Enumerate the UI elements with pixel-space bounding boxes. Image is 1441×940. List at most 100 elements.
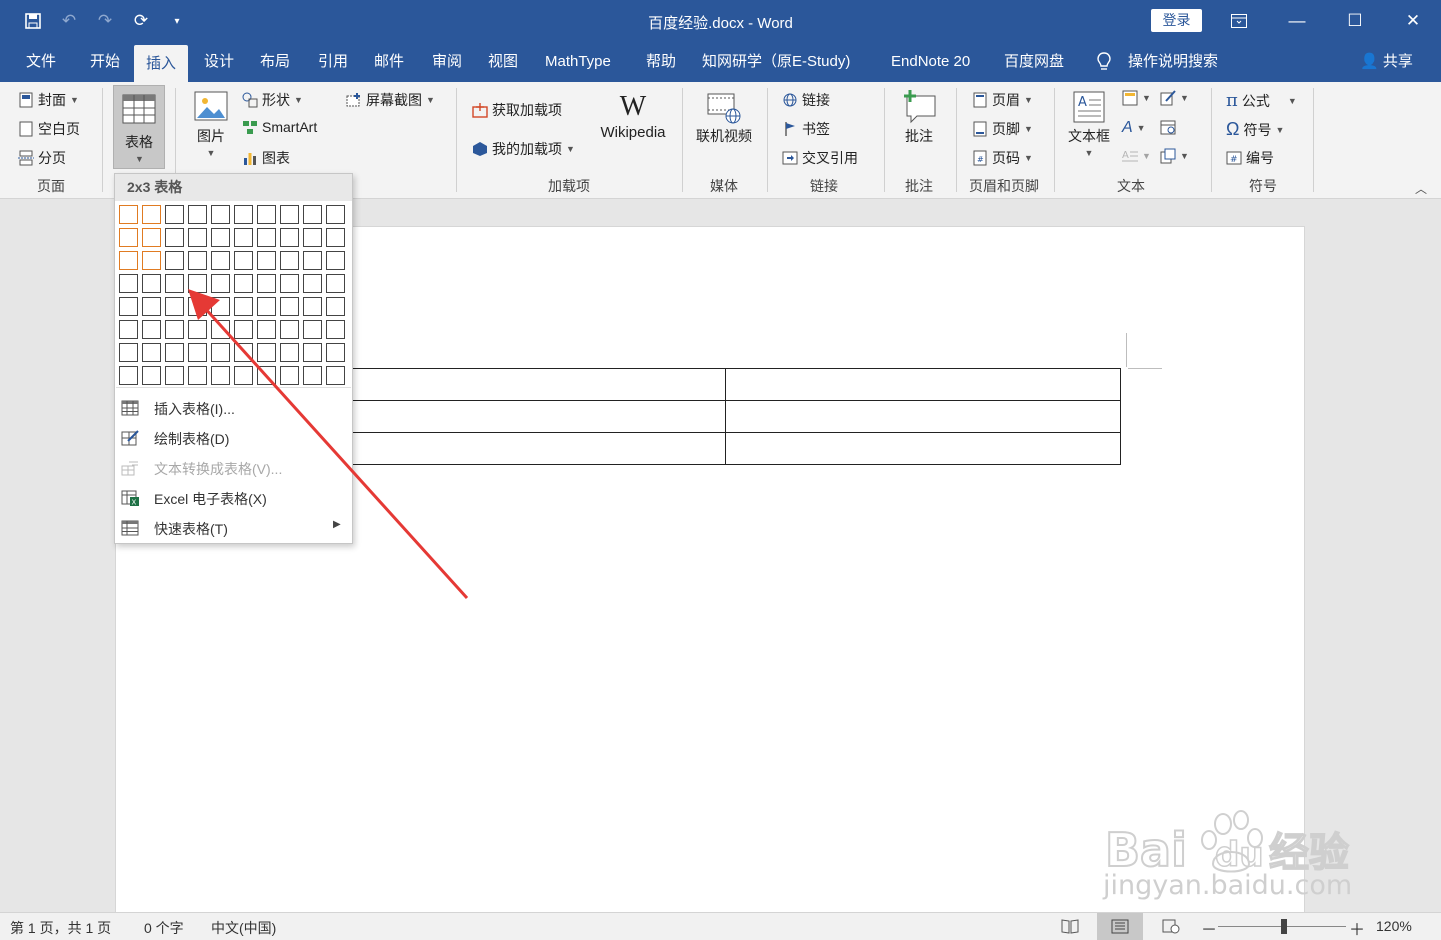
draw-table-item[interactable]: 绘制表格(D) bbox=[115, 423, 352, 453]
grid-cell[interactable] bbox=[142, 297, 161, 316]
grid-cell[interactable] bbox=[303, 228, 322, 247]
table-cell[interactable] bbox=[725, 368, 1121, 401]
grid-cell[interactable] bbox=[280, 274, 299, 293]
share-button[interactable]: 👤 共享 bbox=[1360, 42, 1413, 82]
footer-button[interactable]: 页脚 ▼ bbox=[972, 119, 1033, 139]
grid-cell[interactable] bbox=[119, 228, 138, 247]
grid-cell[interactable] bbox=[188, 366, 207, 385]
quick-tables-item[interactable]: 快速表格(T) ▶ bbox=[115, 513, 352, 543]
grid-cell[interactable] bbox=[188, 320, 207, 339]
tab-references[interactable]: 引用 bbox=[316, 42, 350, 82]
grid-cell[interactable] bbox=[257, 343, 276, 362]
grid-cell[interactable] bbox=[142, 205, 161, 224]
grid-cell[interactable] bbox=[211, 251, 230, 270]
cover-page-button[interactable]: 封面 ▼ bbox=[18, 90, 79, 110]
grid-cell[interactable] bbox=[119, 297, 138, 316]
tab-home[interactable]: 开始 bbox=[88, 42, 122, 82]
bookmark-button[interactable]: 书签 bbox=[782, 119, 830, 139]
grid-cell[interactable] bbox=[326, 297, 345, 316]
grid-cell[interactable] bbox=[303, 366, 322, 385]
grid-cell[interactable] bbox=[303, 274, 322, 293]
blank-page-button[interactable]: 空白页 bbox=[18, 119, 80, 139]
insert-table-item[interactable]: 插入表格(I)... bbox=[115, 393, 352, 423]
smartart-button[interactable]: SmartArt bbox=[242, 119, 317, 135]
equation-button[interactable]: π 公式 ▼ bbox=[1226, 90, 1297, 111]
table-cell[interactable] bbox=[725, 400, 1121, 433]
grid-cell[interactable] bbox=[211, 205, 230, 224]
grid-cell[interactable] bbox=[257, 251, 276, 270]
grid-cell[interactable] bbox=[234, 205, 253, 224]
grid-cell[interactable] bbox=[142, 251, 161, 270]
table-cell[interactable] bbox=[330, 432, 726, 465]
grid-cell[interactable] bbox=[165, 343, 184, 362]
online-video-button[interactable]: 联机视频 bbox=[692, 92, 756, 146]
object-button[interactable]: ▼ bbox=[1160, 148, 1189, 164]
grid-cell[interactable] bbox=[280, 297, 299, 316]
grid-cell[interactable] bbox=[119, 320, 138, 339]
symbol-button[interactable]: Ω 符号 ▼ bbox=[1226, 119, 1284, 140]
grid-cell[interactable] bbox=[280, 205, 299, 224]
grid-cell[interactable] bbox=[303, 251, 322, 270]
tab-review[interactable]: 审阅 bbox=[430, 42, 464, 82]
grid-cell[interactable] bbox=[142, 274, 161, 293]
grid-cell[interactable] bbox=[211, 343, 230, 362]
zoom-out-button[interactable]: － bbox=[1201, 916, 1217, 940]
grid-cell[interactable] bbox=[165, 228, 184, 247]
grid-cell[interactable] bbox=[257, 366, 276, 385]
grid-cell[interactable] bbox=[257, 320, 276, 339]
grid-cell[interactable] bbox=[280, 228, 299, 247]
picture-button[interactable]: 图片 ▼ bbox=[192, 90, 230, 158]
grid-cell[interactable] bbox=[142, 228, 161, 247]
get-addins-button[interactable]: 获取加载项 bbox=[472, 100, 562, 120]
grid-cell[interactable] bbox=[234, 228, 253, 247]
table-cell[interactable] bbox=[330, 368, 726, 401]
grid-cell[interactable] bbox=[142, 366, 161, 385]
grid-cell[interactable] bbox=[119, 274, 138, 293]
grid-cell[interactable] bbox=[280, 320, 299, 339]
page-count[interactable]: 第 1 页，共 1 页 bbox=[10, 918, 111, 938]
grid-cell[interactable] bbox=[188, 274, 207, 293]
excel-spreadsheet-item[interactable]: X Excel 电子表格(X) bbox=[115, 483, 352, 513]
grid-cell[interactable] bbox=[303, 205, 322, 224]
grid-cell[interactable] bbox=[211, 274, 230, 293]
tab-insert[interactable]: 插入 bbox=[134, 45, 189, 82]
grid-cell[interactable] bbox=[257, 297, 276, 316]
grid-cell[interactable] bbox=[326, 205, 345, 224]
grid-cell[interactable] bbox=[119, 205, 138, 224]
textbox-button[interactable]: A 文本框 ▼ bbox=[1064, 90, 1114, 158]
minimize-button[interactable]: — bbox=[1268, 0, 1326, 42]
text-to-table-item[interactable]: 文本转换成表格(V)... bbox=[115, 453, 352, 483]
zoom-in-button[interactable]: ＋ bbox=[1349, 916, 1365, 940]
print-layout-button[interactable] bbox=[1097, 913, 1143, 940]
grid-cell[interactable] bbox=[326, 343, 345, 362]
grid-cell[interactable] bbox=[119, 366, 138, 385]
screenshot-button[interactable]: 屏幕截图 ▼ bbox=[346, 90, 435, 110]
grid-cell[interactable] bbox=[165, 320, 184, 339]
tab-view[interactable]: 视图 bbox=[486, 42, 520, 82]
grid-cell[interactable] bbox=[211, 228, 230, 247]
grid-cell[interactable] bbox=[165, 251, 184, 270]
document-table[interactable] bbox=[330, 368, 1121, 465]
tab-mathtype[interactable]: MathType bbox=[543, 42, 613, 82]
grid-cell[interactable] bbox=[234, 297, 253, 316]
word-count[interactable]: 0 个字 bbox=[144, 918, 184, 938]
grid-cell[interactable] bbox=[326, 366, 345, 385]
tab-layout[interactable]: 布局 bbox=[258, 42, 292, 82]
maximize-button[interactable]: ☐ bbox=[1326, 0, 1384, 42]
tab-mailings[interactable]: 邮件 bbox=[372, 42, 406, 82]
ribbon-display-icon[interactable] bbox=[1210, 0, 1268, 42]
grid-cell[interactable] bbox=[188, 297, 207, 316]
grid-cell[interactable] bbox=[211, 297, 230, 316]
tab-estudy[interactable]: 知网研学（原E-Study) bbox=[700, 42, 852, 82]
read-mode-icon[interactable] bbox=[1061, 918, 1079, 934]
table-cell[interactable] bbox=[330, 400, 726, 433]
grid-cell[interactable] bbox=[234, 251, 253, 270]
grid-cell[interactable] bbox=[119, 343, 138, 362]
grid-cell[interactable] bbox=[165, 297, 184, 316]
collapse-ribbon-icon[interactable]: ︿ bbox=[1415, 180, 1427, 197]
grid-cell[interactable] bbox=[165, 274, 184, 293]
grid-cell[interactable] bbox=[234, 320, 253, 339]
grid-cell[interactable] bbox=[257, 274, 276, 293]
tab-help[interactable]: 帮助 bbox=[644, 42, 678, 82]
grid-cell[interactable] bbox=[257, 205, 276, 224]
